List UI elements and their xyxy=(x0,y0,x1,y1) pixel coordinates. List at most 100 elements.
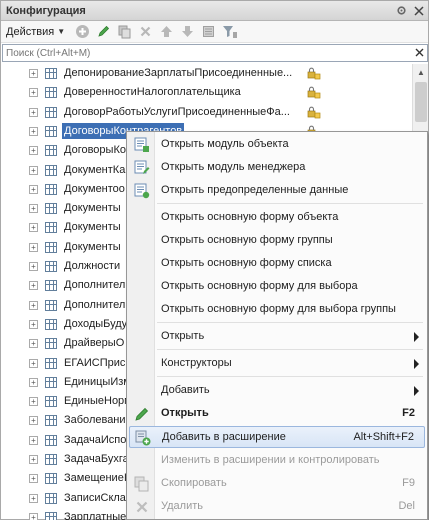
predefined-data-icon xyxy=(134,183,150,199)
search-input[interactable] xyxy=(3,45,411,61)
scroll-thumb[interactable] xyxy=(415,82,427,122)
catalog-icon xyxy=(45,145,57,157)
menu-item-label: Открыть основную форму списка xyxy=(161,257,332,269)
gear-icon[interactable] xyxy=(392,2,410,20)
tree-item[interactable]: + ДоверенностиНалогоплательщика xyxy=(2,83,412,102)
tree-item-label: ЕГАИСПрисо xyxy=(64,356,132,369)
scroll-up-icon[interactable]: ▲ xyxy=(413,64,429,80)
catalog-icon xyxy=(45,299,57,311)
expand-icon[interactable]: + xyxy=(29,262,38,271)
expand-icon[interactable]: + xyxy=(29,126,38,136)
tree-item-label: ЗадачаБухга xyxy=(64,453,129,465)
expand-icon[interactable]: + xyxy=(29,493,38,503)
expand-icon[interactable]: + xyxy=(29,377,38,387)
menu-item-label: Скопировать xyxy=(161,477,227,489)
menu-item-10[interactable]: Добавить xyxy=(129,380,425,402)
menu-item-8[interactable]: Открыть xyxy=(129,326,425,348)
catalog-icon xyxy=(45,68,57,79)
expand-icon[interactable]: + xyxy=(29,416,38,426)
filter-icon[interactable] xyxy=(220,22,239,41)
submenu-arrow-icon xyxy=(414,332,419,342)
expand-icon[interactable]: + xyxy=(29,319,38,329)
copy-icon xyxy=(134,476,150,492)
properties-icon[interactable] xyxy=(199,22,218,41)
expand-icon[interactable]: + xyxy=(29,223,38,233)
menu-item-11[interactable]: Открыть F2 xyxy=(129,403,425,425)
catalog-icon xyxy=(45,183,57,195)
menu-item-13[interactable]: Изменить в расширении и контролировать xyxy=(129,450,425,472)
tree-item-label: Заболевани xyxy=(64,414,126,427)
menu-item-label: Открыть основную форму для выбора xyxy=(161,280,358,292)
close-icon[interactable] xyxy=(410,2,428,20)
menu-item-label: Открыть xyxy=(161,330,205,342)
tree-item[interactable]: + ДоговорРаботыУслугиПрисоединенныеФа... xyxy=(2,103,412,122)
menu-item-2[interactable]: Открыть предопределенные данные xyxy=(129,180,425,202)
menu-item-label: Конструкторы xyxy=(161,357,232,369)
copy-icon[interactable] xyxy=(115,22,134,41)
expand-icon[interactable]: + xyxy=(29,107,38,117)
expand-icon[interactable]: + xyxy=(29,455,38,464)
menu-item-9[interactable]: Конструкторы xyxy=(129,353,425,375)
tree-item-label: ДокументКа xyxy=(64,163,126,176)
catalog-icon xyxy=(45,473,57,485)
menu-item-1[interactable]: Открыть модуль менеджера xyxy=(129,157,425,179)
add-to-extension-icon xyxy=(135,430,151,446)
expand-icon[interactable]: + xyxy=(29,300,38,310)
menu-item-3[interactable]: Открыть основную форму объекта xyxy=(129,207,425,229)
menu-item-label: Открыть xyxy=(161,407,209,419)
clear-search-icon[interactable] xyxy=(411,46,427,60)
tree-item-label: Должности xyxy=(64,260,121,272)
search-field[interactable] xyxy=(2,44,428,62)
expand-icon[interactable]: + xyxy=(29,165,38,175)
catalog-icon xyxy=(45,434,57,446)
catalog-icon xyxy=(45,415,57,427)
menu-item-4[interactable]: Открыть основную форму группы xyxy=(129,230,425,252)
menu-separator xyxy=(157,322,423,323)
catalog-icon xyxy=(45,241,57,253)
catalog-icon xyxy=(45,280,57,292)
expand-icon[interactable]: + xyxy=(29,474,38,484)
module-object-icon xyxy=(134,137,150,153)
expand-icon[interactable]: + xyxy=(29,184,38,194)
menu-item-6[interactable]: Открыть основную форму для выбора xyxy=(129,276,425,298)
expand-icon[interactable]: + xyxy=(29,435,38,445)
actions-dropdown[interactable]: Действия ▼ xyxy=(4,26,67,38)
expand-icon[interactable]: + xyxy=(29,69,38,78)
expand-icon[interactable]: + xyxy=(29,358,38,368)
menu-item-14[interactable]: Скопировать F9 xyxy=(129,473,425,495)
tree-item-label: Документы xyxy=(64,240,121,253)
menu-item-15[interactable]: Удалить Del xyxy=(129,496,425,518)
delete-icon[interactable] xyxy=(136,22,155,41)
catalog-icon xyxy=(45,454,57,465)
tree-item-label: Дополнител xyxy=(64,279,126,292)
expand-icon[interactable]: + xyxy=(29,397,38,407)
expand-icon[interactable]: + xyxy=(29,281,38,291)
menu-item-label: Открыть основную форму объекта xyxy=(161,211,339,223)
tree-item-label: ЗадачаИспо xyxy=(64,433,127,446)
move-up-icon[interactable] xyxy=(157,22,176,41)
tree-item-label: Зарплатные xyxy=(64,510,127,520)
tree-item[interactable]: + ДепонированиеЗарплатыПрисоединенные... xyxy=(2,64,412,83)
expand-icon[interactable]: + xyxy=(29,339,38,349)
tree-item-label: Дополнител xyxy=(64,298,126,311)
move-down-icon[interactable] xyxy=(178,22,197,41)
menu-item-5[interactable]: Открыть основную форму списка xyxy=(129,253,425,275)
catalog-icon xyxy=(45,125,57,137)
pencil-icon xyxy=(134,406,150,422)
edit-icon[interactable] xyxy=(94,22,113,41)
tree-item-label: ЕдиныеНорм xyxy=(64,395,132,408)
menu-item-12[interactable]: Добавить в расширение Alt+Shift+F2 xyxy=(129,426,425,448)
menu-item-label: Открыть модуль объекта xyxy=(161,138,289,150)
catalog-icon xyxy=(45,511,57,520)
menu-item-7[interactable]: Открыть основную форму для выбора группы xyxy=(129,299,425,321)
tree-item-label: ЕдиницыИзм xyxy=(64,375,131,388)
expand-icon[interactable]: + xyxy=(29,242,38,252)
expand-icon[interactable]: + xyxy=(29,146,38,156)
panel-titlebar: Конфигурация xyxy=(1,1,428,21)
expand-icon[interactable]: + xyxy=(29,204,38,214)
expand-icon[interactable]: + xyxy=(29,88,38,98)
expand-icon[interactable]: + xyxy=(29,512,38,520)
add-icon[interactable] xyxy=(73,22,92,41)
menu-item-label: Открыть основную форму группы xyxy=(161,234,333,246)
menu-item-0[interactable]: Открыть модуль объекта xyxy=(129,134,425,156)
